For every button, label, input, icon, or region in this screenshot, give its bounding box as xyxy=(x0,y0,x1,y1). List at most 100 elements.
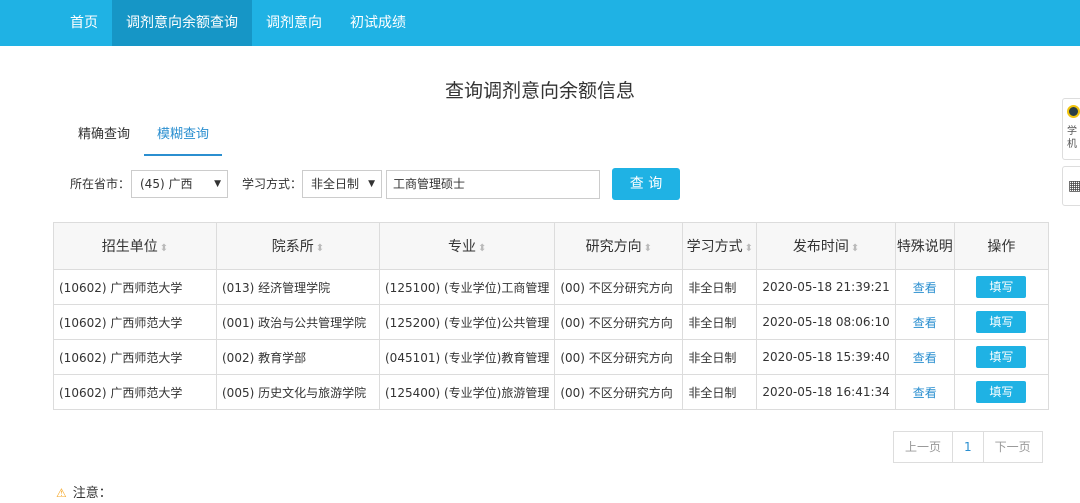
province-select[interactable]: (45) 广西 ▼ xyxy=(131,170,228,198)
cell-major: (125100) (专业学位)工商管理 xyxy=(378,269,556,305)
study-mode-select[interactable]: 非全日制 ▼ xyxy=(302,170,382,198)
notice-label: 注意： xyxy=(72,486,112,501)
cell-action: 填写 xyxy=(953,269,1050,305)
query-button[interactable]: 查 询 xyxy=(612,168,680,200)
page-title: 查询调剂意向余额信息 xyxy=(444,80,635,102)
column-header-note-label: 特殊说明 xyxy=(896,239,953,255)
cell-direction: (00) 不区分研究方向 xyxy=(554,374,684,410)
column-header-unit-label: 招生单位 xyxy=(101,239,158,255)
cell-mode: 非全日制 xyxy=(682,269,758,305)
cell-time: 2020-05-18 16:41:34 xyxy=(756,374,896,410)
column-header-direction-label: 研究方向 xyxy=(585,239,642,255)
study-mode-label: 学习方式： xyxy=(242,177,303,191)
column-header-mode[interactable]: 学习方式 ⬍ xyxy=(682,222,758,270)
cell-direction: (00) 不区分研究方向 xyxy=(554,339,684,375)
column-header-time-label: 发布时间 xyxy=(792,239,849,255)
study-mode-select-value: 非全日制 xyxy=(311,177,360,191)
cell-note: 查看 xyxy=(894,339,955,375)
column-header-action-label: 操作 xyxy=(987,239,1016,255)
cell-direction: (00) 不区分研究方向 xyxy=(554,304,684,340)
fill-button[interactable]: 填写 xyxy=(976,276,1027,298)
cell-time: 2020-05-18 08:06:10 xyxy=(756,304,896,340)
results-table: 招生单位 ⬍ 院系所 ⬍ 专业 ⬍ 研究方向 ⬍ 学习方式 ⬍ 发布时间 ⬍ 特殊说明 操作… xyxy=(53,222,1050,410)
cell-note: 查看 xyxy=(894,269,955,305)
cell-major: (125200) (专业学位)公共管理 xyxy=(378,304,556,340)
fill-button[interactable]: 填写 xyxy=(976,381,1027,403)
column-header-dept-label: 院系所 xyxy=(271,239,314,255)
cell-action: 填写 xyxy=(953,304,1050,340)
cell-dept: (005) 历史文化与旅游学院 xyxy=(216,374,380,410)
sort-arrows-icon: ⬍ xyxy=(315,243,325,254)
cell-time: 2020-05-18 21:39:21 xyxy=(756,269,896,305)
query-tabs: 精确查询 模糊查询 xyxy=(60,118,1050,156)
pagination: 上一页 1 下一页 xyxy=(893,431,1043,463)
cell-mode: 非全日制 xyxy=(682,339,758,375)
province-label: 所在省市： xyxy=(70,177,131,191)
cell-unit[interactable]: (10602) 广西师范大学 xyxy=(53,374,217,410)
cell-mode: 非全日制 xyxy=(682,374,758,410)
column-header-major-label: 专业 xyxy=(447,239,476,255)
column-header-mode-label: 学习方式 xyxy=(686,239,743,255)
main-nav: 首页 调剂意向余额查询 调剂意向 初试成绩 xyxy=(56,0,420,46)
cell-mode: 非全日制 xyxy=(682,304,758,340)
sort-arrows-icon: ⬍ xyxy=(643,243,653,254)
sort-arrows-icon: ⬍ xyxy=(159,243,169,254)
view-link[interactable]: 查看 xyxy=(913,281,937,295)
cell-action: 填写 xyxy=(953,339,1050,375)
column-header-direction[interactable]: 研究方向 ⬍ xyxy=(554,222,684,270)
column-header-major[interactable]: 专业 ⬍ xyxy=(378,222,556,270)
table-row: (10602) 广西师范大学 (005) 历史文化与旅游学院 (125400) … xyxy=(53,374,1050,410)
cell-unit[interactable]: (10602) 广西师范大学 xyxy=(53,269,217,305)
table-row: (10602) 广西师范大学 (002) 教育学部 (045101) (专业学位… xyxy=(53,339,1050,375)
notice-heading: ⚠ 注意： xyxy=(56,484,112,502)
cell-dept: (001) 政治与公共管理学院 xyxy=(216,304,380,340)
view-link[interactable]: 查看 xyxy=(913,316,937,330)
column-header-unit[interactable]: 招生单位 ⬍ xyxy=(53,222,217,270)
page-number-button[interactable]: 1 xyxy=(953,432,984,462)
fill-button[interactable]: 填写 xyxy=(976,311,1027,333)
sort-arrows-icon: ⬍ xyxy=(850,243,860,254)
table-row: (10602) 广西师范大学 (013) 经济管理学院 (125100) (专业… xyxy=(53,269,1050,305)
caret-down-icon: ▼ xyxy=(368,179,375,189)
cell-action: 填写 xyxy=(953,374,1050,410)
table-header-row: 招生单位 ⬍ 院系所 ⬍ 专业 ⬍ 研究方向 ⬍ 学习方式 ⬍ 发布时间 ⬍ 特殊说明 操作 xyxy=(53,222,1050,270)
province-select-value: (45) 广西 xyxy=(140,177,193,191)
keyword-input[interactable]: 工商管理硕士 xyxy=(386,170,600,199)
nav-item-home[interactable]: 首页 xyxy=(56,0,112,46)
tab-fuzzy-query[interactable]: 模糊查询 xyxy=(144,118,222,156)
filter-bar: 所在省市： (45) 广西 ▼ 学习方式： 非全日制 ▼ 工商管理硕士 查 询 xyxy=(70,168,770,202)
column-header-dept[interactable]: 院系所 ⬍ xyxy=(216,222,380,270)
next-page-button[interactable]: 下一页 xyxy=(984,432,1042,462)
side-widget-text: 学机 xyxy=(1067,126,1077,150)
cell-time: 2020-05-18 15:39:40 xyxy=(756,339,896,375)
view-link[interactable]: 查看 xyxy=(913,351,937,365)
cell-major: (125400) (专业学位)旅游管理 xyxy=(378,374,556,410)
cell-note: 查看 xyxy=(894,374,955,410)
caret-down-icon: ▼ xyxy=(214,179,221,189)
nav-item-balance-query[interactable]: 调剂意向余额查询 xyxy=(112,0,252,46)
qr-code-icon: ▦ xyxy=(1068,178,1080,194)
sort-arrows-icon: ⬍ xyxy=(744,243,754,254)
app-logo-icon xyxy=(1067,105,1080,118)
cell-unit[interactable]: (10602) 广西师范大学 xyxy=(53,339,217,375)
top-nav-bar: 首页 调剂意向余额查询 调剂意向 初试成绩 xyxy=(0,0,1080,46)
side-widget-app[interactable]: 学机 xyxy=(1062,98,1080,160)
cell-note: 查看 xyxy=(894,304,955,340)
cell-dept: (002) 教育学部 xyxy=(216,339,380,375)
nav-item-adjust-intent[interactable]: 调剂意向 xyxy=(252,0,336,46)
cell-unit[interactable]: (10602) 广西师范大学 xyxy=(53,304,217,340)
cell-major: (045101) (专业学位)教育管理 xyxy=(378,339,556,375)
column-header-action: 操作 xyxy=(953,222,1050,270)
column-header-time[interactable]: 发布时间 ⬍ xyxy=(756,222,896,270)
column-header-note: 特殊说明 xyxy=(894,222,955,270)
sort-arrows-icon: ⬍ xyxy=(477,243,487,254)
prev-page-button[interactable]: 上一页 xyxy=(894,432,954,462)
side-widget-qr[interactable]: ▦ xyxy=(1062,166,1080,206)
fill-button[interactable]: 填写 xyxy=(976,346,1027,368)
view-link[interactable]: 查看 xyxy=(913,386,937,400)
table-row: (10602) 广西师范大学 (001) 政治与公共管理学院 (125200) … xyxy=(53,304,1050,340)
cell-dept: (013) 经济管理学院 xyxy=(216,269,380,305)
nav-item-preliminary-scores[interactable]: 初试成绩 xyxy=(336,0,420,46)
cell-direction: (00) 不区分研究方向 xyxy=(554,269,684,305)
tab-exact-query[interactable]: 精确查询 xyxy=(78,118,130,154)
